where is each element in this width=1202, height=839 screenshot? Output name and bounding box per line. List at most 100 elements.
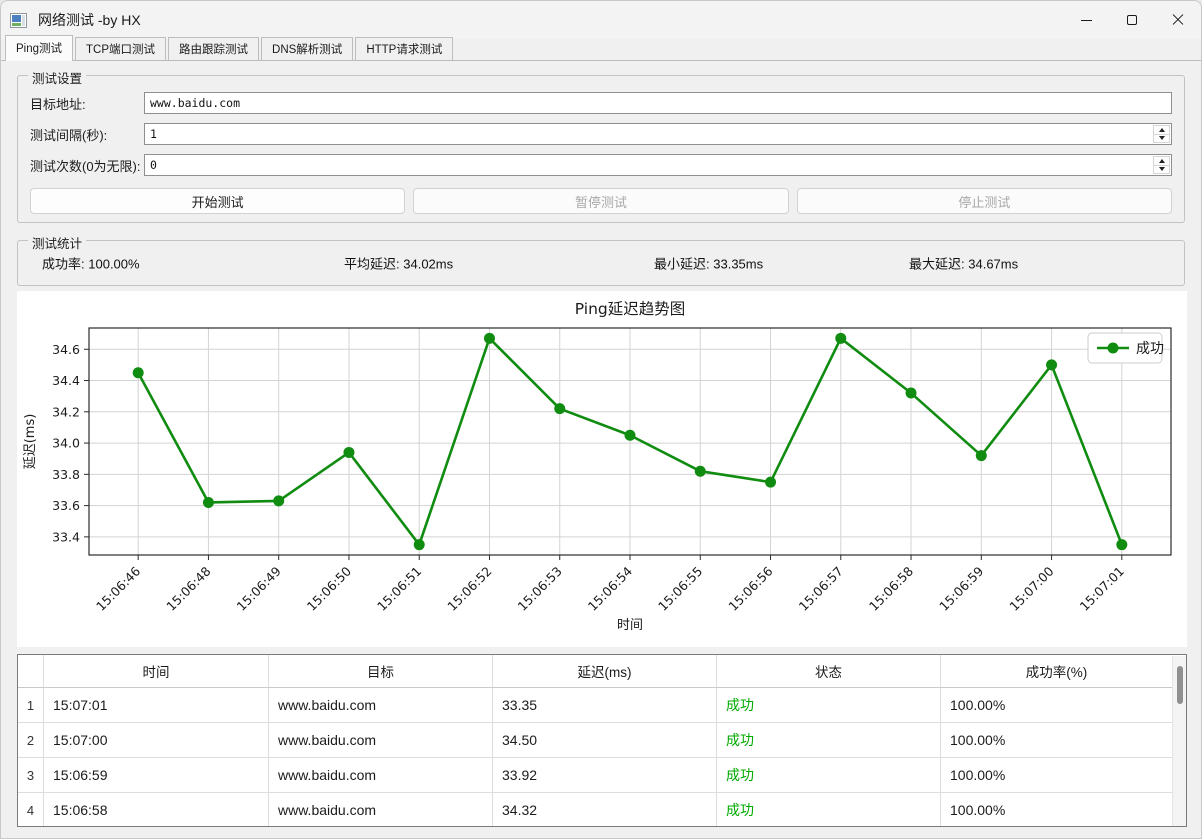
table-row[interactable]: 1 15:07:01 www.baidu.com 33.35 成功 100.00% bbox=[18, 688, 1172, 723]
arrow-down-icon bbox=[1158, 136, 1165, 141]
svg-text:15:06:48: 15:06:48 bbox=[163, 563, 213, 613]
svg-text:15:06:52: 15:06:52 bbox=[444, 564, 494, 614]
success-rate-stat: 成功率: 100.00% bbox=[42, 256, 140, 272]
start-test-button[interactable]: 开始测试 bbox=[30, 188, 406, 214]
status-cell: 成功 bbox=[717, 793, 941, 826]
status-cell: 成功 bbox=[717, 688, 941, 723]
status-cell: 成功 bbox=[717, 723, 941, 758]
settings-group-title: 测试设置 bbox=[28, 68, 87, 87]
success-rate-cell: 100.00% bbox=[941, 758, 1172, 793]
svg-text:15:07:00: 15:07:00 bbox=[1006, 563, 1056, 613]
results-table: 时间 目标 延迟(ms) 状态 成功率(%) 1 15:07:01 www.baid… bbox=[17, 654, 1187, 827]
tab-bar: Ping测试 TCP端口测试 路由跟踪测试 DNS解析测试 HTTP请求测试 bbox=[1, 35, 1201, 61]
count-label: 测试次数(0为无限): bbox=[30, 158, 141, 174]
min-delay-stat: 最小延迟: 33.35ms bbox=[654, 256, 764, 272]
stop-test-button[interactable]: 停止测试 bbox=[796, 188, 1172, 214]
tab-ping[interactable]: Ping测试 bbox=[5, 35, 74, 61]
svg-text:15:06:56: 15:06:56 bbox=[725, 563, 775, 613]
header-row-number bbox=[18, 655, 44, 688]
minimize-icon bbox=[1080, 19, 1092, 21]
test-buttons-row: 开始测试 暂停测试 停止测试 bbox=[30, 188, 1172, 214]
svg-text:延迟(ms): 延迟(ms) bbox=[23, 414, 38, 470]
time-cell: 15:07:00 bbox=[44, 723, 269, 758]
ping-trend-chart: 33.4 33.6 33.8 34.0 34.2 34.4 34.6 15:06:46 15:0… bbox=[17, 291, 1187, 647]
delay-cell: 34.32 bbox=[493, 793, 717, 826]
svg-text:成功: 成功 bbox=[1136, 341, 1164, 357]
svg-text:15:06:58: 15:06:58 bbox=[866, 563, 916, 613]
success-rate-cell: 100.00% bbox=[941, 688, 1172, 723]
spin-down-button[interactable] bbox=[1153, 165, 1170, 174]
delay-cell: 33.92 bbox=[493, 758, 717, 793]
tab-dns[interactable]: DNS解析测试 bbox=[261, 37, 354, 61]
interval-spin-buttons bbox=[1153, 125, 1170, 143]
target-cell: www.baidu.com bbox=[269, 688, 493, 723]
svg-text:33.8: 33.8 bbox=[52, 467, 80, 482]
target-address-value: www.baidu.com bbox=[150, 96, 241, 110]
interval-label: 测试间隔(秒): bbox=[30, 127, 108, 143]
header-time: 时间 bbox=[44, 655, 269, 688]
pause-test-button[interactable]: 暂停测试 bbox=[413, 188, 789, 214]
count-spinbox[interactable]: 0 bbox=[144, 154, 1172, 176]
table-row[interactable]: 2 15:07:00 www.baidu.com 34.50 成功 100.00% bbox=[18, 723, 1172, 758]
spin-up-button[interactable] bbox=[1153, 156, 1170, 166]
scrollbar-thumb[interactable] bbox=[1177, 666, 1183, 704]
spin-up-button[interactable] bbox=[1153, 125, 1170, 135]
minimize-button[interactable] bbox=[1063, 1, 1109, 39]
count-row: 测试次数(0为无限): 0 bbox=[30, 154, 1172, 176]
svg-text:34.6: 34.6 bbox=[52, 342, 80, 357]
table-header-row: 时间 目标 延迟(ms) 状态 成功率(%) bbox=[18, 655, 1172, 688]
table-vertical-scrollbar[interactable] bbox=[1172, 656, 1186, 826]
close-button[interactable] bbox=[1155, 1, 1201, 39]
close-icon bbox=[1172, 14, 1184, 26]
row-number-cell: 4 bbox=[18, 793, 44, 826]
window-controls bbox=[1063, 1, 1201, 39]
app-icon bbox=[10, 12, 27, 28]
svg-text:33.6: 33.6 bbox=[52, 498, 80, 513]
table-row[interactable]: 4 15:06:58 www.baidu.com 34.32 成功 100.00% bbox=[18, 793, 1172, 826]
test-settings-group: 测试设置 目标地址: www.baidu.com 测试间隔(秒): 1 测试次数… bbox=[17, 68, 1185, 223]
svg-text:15:06:53: 15:06:53 bbox=[515, 564, 565, 614]
header-status: 状态 bbox=[717, 655, 941, 688]
tab-tcp-port[interactable]: TCP端口测试 bbox=[75, 37, 167, 61]
maximize-icon bbox=[1127, 15, 1137, 25]
max-delay-stat: 最大延迟: 34.67ms bbox=[909, 256, 1019, 272]
time-cell: 15:06:59 bbox=[44, 758, 269, 793]
delay-cell: 33.35 bbox=[493, 688, 717, 723]
spin-down-button[interactable] bbox=[1153, 134, 1170, 143]
svg-text:15:06:57: 15:06:57 bbox=[796, 564, 846, 614]
target-cell: www.baidu.com bbox=[269, 723, 493, 758]
svg-text:15:06:54: 15:06:54 bbox=[585, 563, 635, 613]
success-rate-cell: 100.00% bbox=[941, 793, 1172, 826]
header-target: 目标 bbox=[269, 655, 493, 688]
target-cell: www.baidu.com bbox=[269, 758, 493, 793]
svg-text:15:06:55: 15:06:55 bbox=[655, 564, 705, 614]
count-value: 0 bbox=[150, 158, 157, 172]
chart-canvas: 33.4 33.6 33.8 34.0 34.2 34.4 34.6 15:06:46 15:0… bbox=[23, 300, 1172, 633]
tab-http[interactable]: HTTP请求测试 bbox=[355, 37, 454, 61]
time-cell: 15:06:58 bbox=[44, 793, 269, 826]
row-number-cell: 1 bbox=[18, 688, 44, 723]
title-bar: 网络测试 -by HX bbox=[1, 1, 1201, 39]
stats-row: 成功率: 100.00% 平均延迟: 34.02ms 最小延迟: 33.35ms… bbox=[30, 241, 1172, 285]
tab-traceroute[interactable]: 路由跟踪测试 bbox=[168, 37, 260, 61]
test-stats-group: 测试统计 成功率: 100.00% 平均延迟: 34.02ms 最小延迟: 33… bbox=[17, 233, 1185, 286]
interval-spinbox[interactable]: 1 bbox=[144, 123, 1172, 145]
success-rate-cell: 100.00% bbox=[941, 723, 1172, 758]
svg-text:15:07:01: 15:07:01 bbox=[1077, 564, 1127, 614]
arrow-down-icon bbox=[1158, 167, 1165, 172]
target-address-input[interactable]: www.baidu.com bbox=[144, 92, 1172, 114]
row-number-cell: 3 bbox=[18, 758, 44, 793]
target-address-label: 目标地址: bbox=[30, 96, 86, 112]
interval-row: 测试间隔(秒): 1 bbox=[30, 123, 1172, 145]
app-window: 网络测试 -by HX Ping测试 TCP端口测试 路由跟踪测试 DNS解析测… bbox=[0, 0, 1202, 839]
svg-text:15:06:59: 15:06:59 bbox=[936, 563, 986, 613]
count-spin-buttons bbox=[1153, 156, 1170, 174]
svg-text:15:06:50: 15:06:50 bbox=[304, 563, 354, 613]
maximize-button[interactable] bbox=[1109, 1, 1155, 39]
svg-text:15:06:51: 15:06:51 bbox=[374, 564, 424, 614]
svg-text:时间: 时间 bbox=[617, 618, 643, 633]
table-row[interactable]: 3 15:06:59 www.baidu.com 33.92 成功 100.00% bbox=[18, 758, 1172, 793]
table-body: 1 15:07:01 www.baidu.com 33.35 成功 100.00% 2 15:… bbox=[18, 688, 1172, 826]
header-delay: 延迟(ms) bbox=[493, 655, 717, 688]
window-title: 网络测试 -by HX bbox=[38, 12, 141, 28]
